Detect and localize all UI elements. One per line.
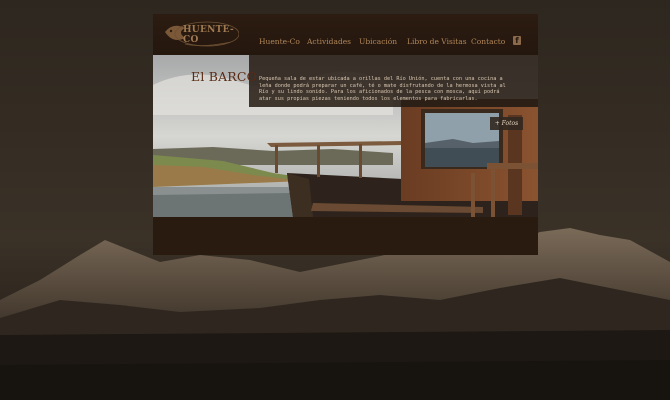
header: HUENTE-CO Huente-Co Actividades Ubicació…	[153, 14, 538, 55]
nav-item-contacto[interactable]: Contacto	[471, 37, 505, 46]
facebook-icon[interactable]: f	[513, 36, 521, 45]
page-title: El BARCO	[191, 69, 258, 84]
photos-button[interactable]: + Fotos	[490, 117, 523, 130]
nav-item-huente-co[interactable]: Huente-Co	[259, 37, 300, 46]
nav-item-actividades[interactable]: Actividades	[307, 37, 351, 46]
logo[interactable]: HUENTE-CO	[163, 18, 240, 51]
logo-text: HUENTE-CO	[183, 25, 234, 45]
nav-item-libro-de-visitas[interactable]: Libro de Visitas	[407, 37, 467, 46]
info-panel: Pequeña sala de estar ubicada a orillas …	[249, 55, 538, 107]
nav-item-ubicacion[interactable]: Ubicación	[359, 37, 397, 46]
site-container: HUENTE-CO Huente-Co Actividades Ubicació…	[153, 14, 538, 255]
footer-bar	[153, 217, 538, 255]
hero-section: Pequeña sala de estar ubicada a orillas …	[153, 55, 538, 217]
description-text: Pequeña sala de estar ubicada a orillas …	[259, 76, 506, 102]
